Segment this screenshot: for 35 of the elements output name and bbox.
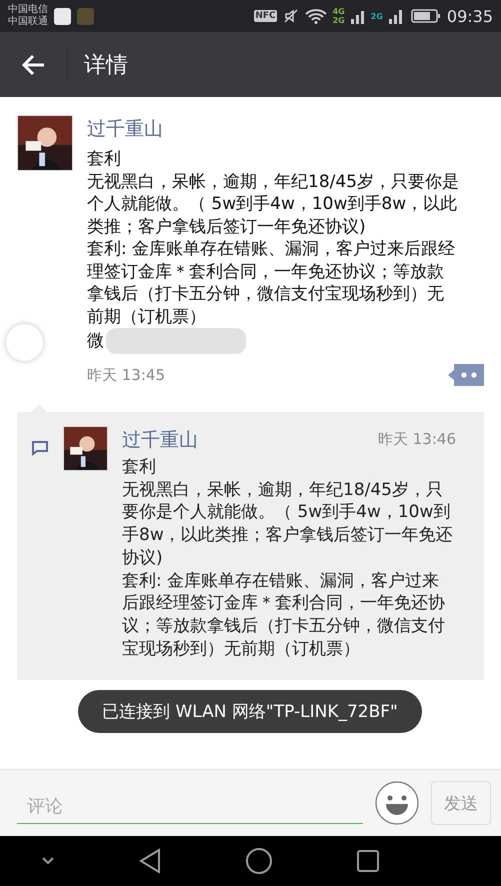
post-text: 微 (87, 330, 104, 352)
nfc-icon: NFC (254, 10, 277, 22)
comment-time: 昨天 13:46 (378, 430, 456, 448)
network-label: 2G (332, 16, 345, 25)
post-time: 昨天 13:45 (87, 366, 165, 384)
comment-text: 无视黑白，呆帐，逾期，年纪18/45岁，只要你是个人就能做。（ 5w到手4w，10w到手8w，以此类推；客户拿钱后签订一年免还协议) (122, 478, 454, 570)
page-title: 详情 (84, 52, 128, 80)
battery-icon (410, 8, 441, 24)
comment-text: 套利: 金库账单存在错账、漏洞，客户过来后跟经理签订金库＊套利合同，一年免还协议；等放款拿钱后（打卡五分钟，微信支付宝现场秒到）无前期（订机票） (122, 570, 446, 660)
back-arrow-icon (22, 54, 46, 76)
signal-icon (388, 8, 405, 24)
clock-time: 09:35 (446, 6, 493, 26)
app-notification-icon (54, 8, 71, 24)
emoji-icon[interactable] (375, 781, 419, 825)
comment-icon (31, 440, 49, 456)
home-circle-icon[interactable] (244, 847, 273, 875)
post-text: 套利: 金库账单存在错账、漏洞，客户过来后跟经理签订金库＊套利合同，一年免还协议；等放款拿钱后（打卡五分钟，微信支付宝现场秒到）无前期（订机票） (87, 238, 456, 328)
toast-message: 已连接到 WLAN 网络"TP-LINK_72BF" (78, 690, 422, 733)
network-label: 4G (332, 7, 345, 16)
carrier-name: 中国联通 (8, 16, 48, 28)
wifi-icon (304, 8, 327, 24)
back-triangle-icon[interactable] (138, 848, 162, 874)
comment-menu-button[interactable] (448, 364, 484, 386)
network-label: 2G (370, 12, 383, 20)
author-name[interactable]: 过千重山 (122, 428, 198, 452)
mute-icon (282, 8, 299, 24)
chevron-down-icon[interactable] (41, 856, 56, 866)
carrier-name: 中国电信 (8, 4, 48, 16)
signal-icon (350, 8, 365, 24)
post-text: 无视黑白，呆帐，逾期，年纪18/45岁，只要你是个人就能做。（ 5w到手4w，10w到手8w，以此类推；客户拿钱后签订一年免还协议) (87, 170, 459, 238)
post-text: 套利 (87, 148, 122, 170)
chat-notification-icon (77, 8, 94, 24)
author-name[interactable]: 过千重山 (87, 117, 484, 141)
comment-text: 套利 (122, 456, 157, 479)
recent-apps-icon[interactable] (356, 849, 380, 873)
